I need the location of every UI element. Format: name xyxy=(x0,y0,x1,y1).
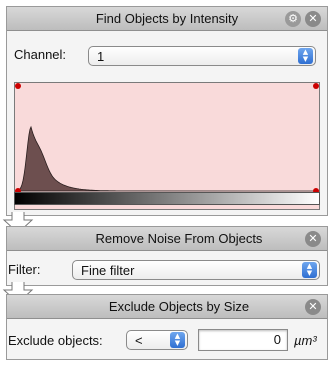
close-icon[interactable]: ✕ xyxy=(305,231,321,247)
filter-label: Filter: xyxy=(8,262,41,277)
gear-icon[interactable]: ⚙ xyxy=(285,11,301,27)
size-input[interactable]: 0 xyxy=(198,329,288,351)
popup-arrows-icon: ▲ ▼ xyxy=(298,48,313,64)
exclude-row: Exclude objects: xyxy=(8,333,103,348)
exclude-label: Exclude objects: xyxy=(8,333,103,348)
find-objects-header: Find Objects by Intensity ⚙ ✕ xyxy=(7,7,327,31)
intensity-gradient-bar xyxy=(14,192,320,205)
unit-label: µm³ xyxy=(294,333,317,348)
filter-row: Filter: xyxy=(8,262,41,277)
filter-select[interactable]: Fine filter ▲ ▼ xyxy=(72,260,320,280)
filter-value: Fine filter xyxy=(81,262,135,278)
operator-value: < xyxy=(135,332,143,348)
panel-title: Remove Noise From Objects xyxy=(95,231,263,246)
panel-title: Exclude Objects by Size xyxy=(108,299,250,314)
close-icon[interactable]: ✕ xyxy=(305,11,321,27)
threshold-marker-top-left[interactable] xyxy=(15,83,21,89)
channel-label: Channel: xyxy=(14,47,67,62)
channel-select[interactable]: 1 ▲ ▼ xyxy=(88,46,316,66)
threshold-marker-top-right[interactable] xyxy=(313,83,319,89)
operator-select[interactable]: < ▲ ▼ xyxy=(126,330,188,350)
remove-noise-header: Remove Noise From Objects ✕ xyxy=(7,227,327,251)
size-value: 0 xyxy=(273,332,281,347)
close-icon[interactable]: ✕ xyxy=(305,299,321,315)
channel-value: 1 xyxy=(97,48,105,64)
panel-title: Find Objects by Intensity xyxy=(95,11,239,26)
popup-arrows-icon: ▲ ▼ xyxy=(170,332,185,348)
channel-row: Channel: xyxy=(14,47,66,62)
exclude-objects-header: Exclude Objects by Size ✕ xyxy=(7,295,327,319)
histogram-curve xyxy=(15,125,319,192)
histogram-plot xyxy=(15,83,319,194)
intensity-histogram[interactable] xyxy=(14,82,320,210)
popup-arrows-icon: ▲ ▼ xyxy=(302,262,317,278)
